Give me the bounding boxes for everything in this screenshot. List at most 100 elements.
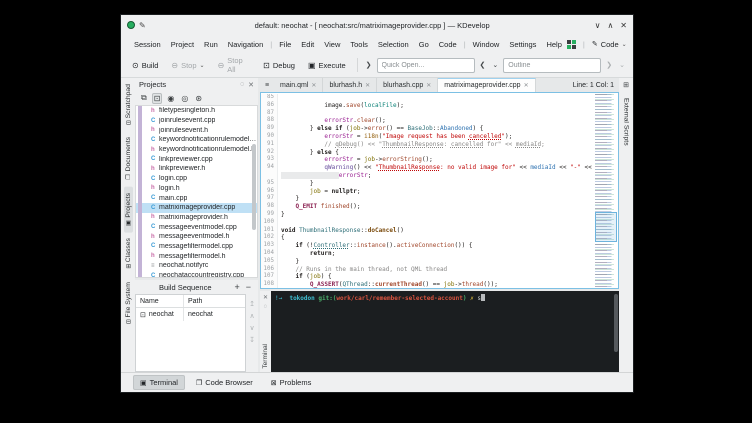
toolbar-overflow-icon[interactable]: ❯ [364, 61, 374, 69]
menu-navigation[interactable]: Navigation [223, 38, 268, 51]
tree-item-matriximageprovider-cpp[interactable]: Cmatriximageprovider.cpp [136, 202, 257, 213]
tree-item-messageeventmodel-cpp[interactable]: Cmessageeventmodel.cpp [136, 222, 257, 232]
tree-scrollbar[interactable] [252, 144, 256, 230]
tree-item-neochat-notifyrc[interactable]: ≡ neochat.notifyrc [136, 261, 257, 271]
project-filter-icon[interactable]: ◉ [165, 93, 176, 104]
menu-go[interactable]: Go [414, 38, 434, 51]
add-build-item-button[interactable]: + [231, 282, 242, 292]
tree-item-linkpreviewer-h[interactable]: h linkpreviewer.h [136, 164, 257, 174]
menu-project[interactable]: Project [166, 38, 199, 51]
sidebar-tab-documents[interactable]: ❐ Documents [124, 131, 133, 186]
menu-window[interactable]: Window [468, 38, 505, 51]
tab-close-icon[interactable]: ✕ [524, 82, 529, 89]
close-button[interactable]: ✕ [620, 21, 627, 30]
outline-dropdown-icon[interactable]: ⌄ [617, 61, 627, 69]
remove-build-item-button[interactable]: − [243, 282, 254, 292]
quick-open-input[interactable] [376, 57, 475, 73]
menu-help[interactable]: Help [541, 38, 566, 51]
title-bar[interactable]: ✎ default: neochat - [ neochat:src/matri… [121, 15, 633, 35]
menu-view[interactable]: View [319, 38, 345, 51]
menu-code[interactable]: Code [434, 38, 462, 51]
history-back-icon[interactable]: ❮ [478, 61, 488, 69]
tree-item-keywordnotificationrulemodel-cpp[interactable]: Ckeywordnotificationrulemodel.cpp [136, 135, 257, 145]
tree-item-matriximageprovider-h[interactable]: h matriximageprovider.h [136, 213, 257, 223]
code-text: image.save(localFile); [281, 101, 404, 109]
tree-item-messageeventmodel-h[interactable]: h messageeventmodel.h [136, 232, 257, 242]
debug-button[interactable]: ⊡ Debug [258, 58, 300, 73]
build-button[interactable]: ⊙ Build [127, 58, 163, 73]
code-line: 90 errorStr = i18n("Image request has be… [261, 132, 594, 141]
move-up-button[interactable]: ∧ [249, 312, 254, 320]
menu-tools[interactable]: Tools [345, 38, 373, 51]
project-options-icon[interactable]: ◎ [179, 93, 190, 104]
execute-button[interactable]: ▣ Execute [303, 58, 351, 73]
menu-edit[interactable]: Edit [296, 38, 319, 51]
tree-item-joinrulesevent-h[interactable]: h joinrulesevent.h [136, 125, 257, 135]
tab-main-qml[interactable]: main.qml ✕ [274, 78, 324, 92]
stop-button[interactable]: ⊖ Stop ⌄ [166, 58, 209, 73]
panel-close-icon[interactable]: ✕ [248, 81, 254, 89]
document-list-icon[interactable]: ≡ [260, 78, 274, 92]
tree-item-main-cpp[interactable]: Cmain.cpp [136, 193, 257, 203]
statusbar-toggle-code-browser[interactable]: ❐ Code Browser [189, 375, 260, 390]
chevron-down-icon: ⌄ [621, 41, 627, 48]
column-header-name[interactable]: Name [136, 295, 184, 307]
minimap[interactable] [595, 94, 617, 287]
sidebar-tab-classes[interactable]: ⊞ Classes [124, 232, 133, 275]
sidebar-tab-scratchpad[interactable]: ⊟ Scratchpad [124, 78, 133, 131]
menu-settings[interactable]: Settings [504, 38, 541, 51]
terminal-scrollbar[interactable] [614, 294, 618, 352]
tree-item-login-h[interactable]: h login.h [136, 184, 257, 194]
tree-item-neochataccountregistry-cpp[interactable]: Cneochataccountregistry.cpp [136, 271, 257, 277]
minimize-button[interactable]: ∨ [595, 21, 601, 30]
tree-item-login-cpp[interactable]: Clogin.cpp [136, 174, 257, 184]
vcs-actions-icon[interactable]: ⧉ [139, 92, 149, 104]
tab-close-icon[interactable]: ✕ [365, 82, 370, 89]
move-bottom-button[interactable]: ↧ [249, 336, 255, 344]
tree-item-joinrulesevent-cpp[interactable]: Cjoinrulesevent.cpp [136, 116, 257, 126]
terminal-close-icon[interactable]: ✕ [263, 294, 268, 301]
column-header-path[interactable]: Path [184, 298, 245, 305]
terminal-area[interactable]: !→ tokodon git:(work/carl/remember-selec… [271, 291, 619, 372]
desktop: ✎ default: neochat - [ neochat:src/matri… [0, 0, 752, 423]
sidebar-tab-projects[interactable]: ▣ Projects [123, 186, 133, 233]
tab-close-icon[interactable]: ✕ [311, 82, 316, 89]
tab-blurhash-cpp[interactable]: blurhash.cpp ✕ [377, 78, 439, 92]
area-switcher-icon[interactable] [566, 39, 576, 49]
code-editor[interactable]: 85 86 image.save(localFile); 87 88 errorStr… [260, 92, 619, 289]
maximize-button[interactable]: ∧ [607, 21, 613, 30]
stop-all-button[interactable]: ⊖ Stop All [213, 53, 256, 77]
outline-input[interactable] [503, 57, 602, 73]
tab-matriximageprovider-cpp[interactable]: matriximageprovider.cpp ✕ [438, 78, 536, 92]
move-down-button[interactable]: ∨ [249, 324, 254, 332]
statusbar-toggle-problems[interactable]: ⊠ Problems [264, 375, 319, 390]
tree-item-messagefiltermodel-h[interactable]: h messagefiltermodel.h [136, 251, 257, 261]
line-number: 108 [261, 281, 278, 288]
panel-detach-icon[interactable]: ◌ [240, 81, 244, 88]
history-forward-icon[interactable]: ❯ [604, 61, 614, 69]
tab-close-icon[interactable]: ✕ [426, 82, 431, 89]
external-scripts-icon[interactable]: ⊞ [623, 81, 629, 89]
sidebar-tab-external-scripts[interactable]: External Scripts [622, 92, 631, 152]
area-selector-button[interactable]: ✎ Code ⌄ [592, 40, 627, 49]
tree-item-messagefiltermodel-cpp[interactable]: Cmessagefiltermodel.cpp [136, 242, 257, 252]
build-sequence-row[interactable]: ⊡ neochat neochat [136, 308, 245, 321]
code-text: job = nullptr; [309, 187, 361, 195]
tree-item-filetypesingleton-h[interactable]: h filetypesingleton.h [136, 106, 257, 116]
terminal-settings-icon[interactable]: ◌ [264, 304, 268, 310]
project-reload-icon[interactable]: ⊛ [193, 93, 204, 104]
statusbar-toggle-terminal[interactable]: ▣ Terminal [133, 375, 185, 390]
tree-item-keywordnotificationrulemodel-h[interactable]: h keywordnotificationrulemodel.h [136, 145, 257, 155]
move-top-button[interactable]: ↥ [249, 300, 255, 308]
menu-selection[interactable]: Selection [373, 38, 414, 51]
minimap-viewport[interactable] [595, 212, 617, 242]
menu-run[interactable]: Run [199, 38, 223, 51]
history-dropdown-icon[interactable]: ⌄ [490, 61, 500, 69]
locate-current-document-icon[interactable]: ⊡ [151, 92, 163, 104]
tab-blurhash-h[interactable]: blurhash.h ✕ [323, 78, 378, 92]
sidebar-tab-file-system[interactable]: ⊟ File System [124, 276, 133, 331]
menu-file[interactable]: File [274, 38, 296, 51]
menu-session[interactable]: Session [129, 38, 166, 51]
tree-item-linkpreviewer-cpp[interactable]: Clinkpreviewer.cpp [136, 154, 257, 164]
